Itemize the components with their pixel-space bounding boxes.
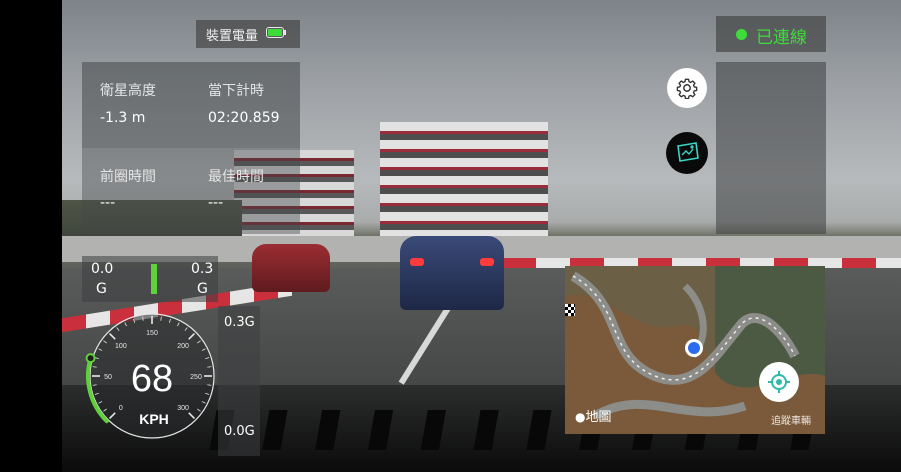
speedometer-tick-label: 200 bbox=[177, 343, 189, 350]
g-right-unit: G bbox=[197, 281, 208, 297]
g-bar-bottom-label: 0.0G bbox=[224, 424, 255, 439]
battery-tip bbox=[284, 30, 286, 35]
map-attribution-label: 地圖 bbox=[585, 410, 612, 425]
car-red bbox=[252, 244, 330, 292]
speed-value: 68 bbox=[131, 358, 173, 400]
last-lap-label: 前圈時間 bbox=[100, 169, 156, 185]
car-blue bbox=[400, 236, 504, 310]
gear-icon bbox=[676, 78, 698, 99]
speed-unit: KPH bbox=[139, 411, 169, 427]
g-indicator bbox=[151, 264, 157, 294]
camera-card-icon bbox=[677, 142, 699, 162]
crosshair-icon bbox=[768, 371, 790, 393]
speedometer-tick-label: 300 bbox=[177, 405, 189, 412]
speedometer-tick-label: 100 bbox=[115, 343, 127, 350]
settings-button[interactable] bbox=[667, 68, 707, 108]
map-attribution: ●地圖 bbox=[575, 406, 612, 425]
connection-status[interactable]: 已連線 bbox=[716, 16, 826, 52]
g-left-value: 0.0 bbox=[91, 261, 114, 277]
device-battery-label: 裝置電量 bbox=[206, 29, 259, 44]
checkered-flag-icon bbox=[565, 304, 575, 316]
g-right-value: 0.3 bbox=[191, 261, 214, 277]
g-bar-top-label: 0.3G bbox=[224, 315, 255, 330]
current-timer-label: 當下計時 bbox=[208, 83, 264, 99]
status-dot bbox=[736, 29, 747, 40]
side-panel bbox=[716, 62, 826, 234]
best-lap-value: --- bbox=[208, 195, 224, 211]
car-taillight-left bbox=[410, 258, 424, 266]
speedometer-tick-label: 50 bbox=[104, 374, 112, 381]
g-left-unit: G bbox=[96, 281, 107, 297]
locate-vehicle-button[interactable] bbox=[759, 362, 799, 402]
altitude-value: -1.3 m bbox=[100, 110, 146, 126]
speedometer: 0 50 100 150 200 250 300 68 KPH bbox=[85, 313, 215, 439]
last-lap-value: --- bbox=[100, 195, 116, 211]
track-map[interactable]: ●地圖 追蹤車輛 bbox=[565, 266, 825, 434]
best-lap-label: 最佳時間 bbox=[208, 169, 264, 185]
connection-label: 已連線 bbox=[756, 28, 807, 48]
lap-times-panel bbox=[82, 148, 300, 234]
altitude-label: 衛星高度 bbox=[100, 83, 156, 99]
apple-icon: ● bbox=[575, 410, 586, 424]
building-tower bbox=[380, 122, 548, 240]
locate-vehicle-label: 追蹤車輛 bbox=[771, 416, 811, 427]
app-screen: 裝置電量 已連線 衛星高度 -1.3 m 當下計時 02:20.859 前圈時間… bbox=[0, 0, 901, 472]
camera-mode-button[interactable] bbox=[666, 132, 708, 174]
battery-icon bbox=[266, 27, 284, 38]
speedometer-tick-label: 250 bbox=[190, 374, 202, 381]
lap-stats-panel bbox=[82, 62, 300, 148]
device-battery-panel: 裝置電量 bbox=[196, 20, 300, 48]
current-position-marker bbox=[685, 339, 703, 357]
speed-arc-cap bbox=[85, 353, 96, 364]
speedometer-tick-label: 0 bbox=[119, 405, 123, 412]
car-taillight-right bbox=[480, 258, 494, 266]
speedometer-tick-label: 150 bbox=[146, 330, 158, 337]
current-timer-value: 02:20.859 bbox=[208, 110, 280, 126]
